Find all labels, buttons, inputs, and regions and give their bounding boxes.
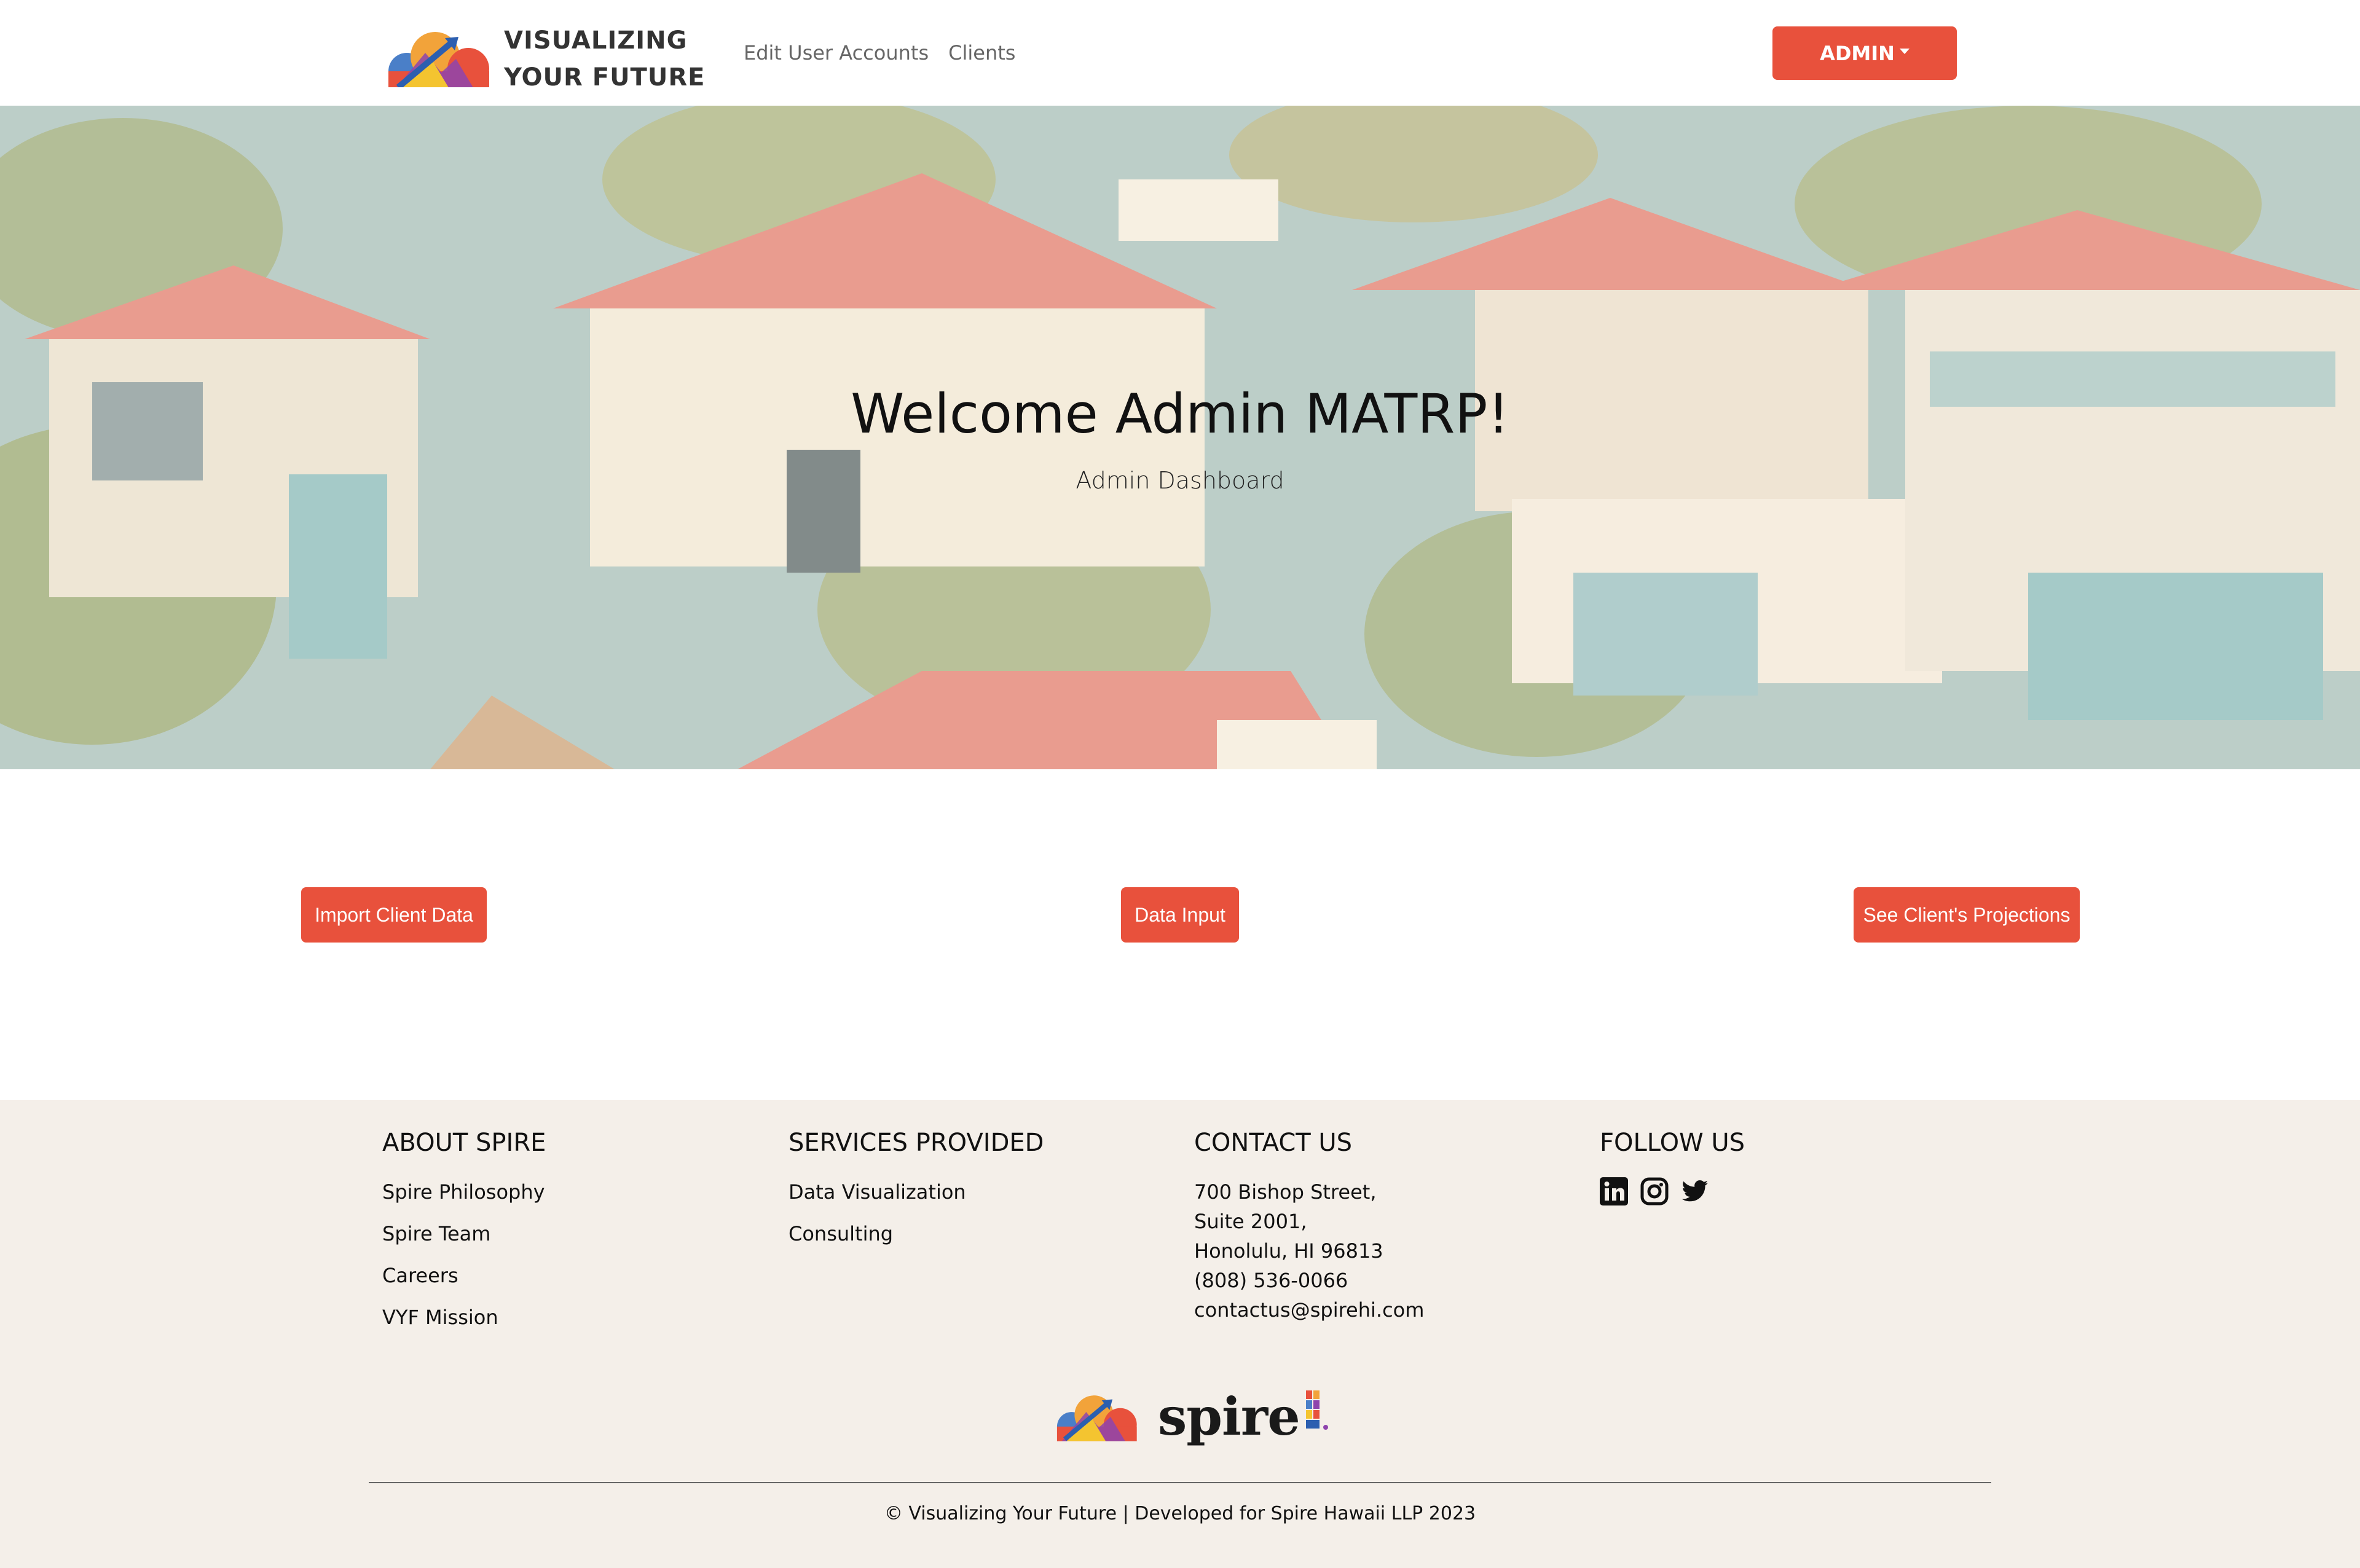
site-footer: ABOUT SPIRE Spire Philosophy Spire Team … [0,1100,2360,1568]
admin-dropdown-label: ADMIN [1820,41,1895,65]
footer-follow-column: FOLLOW US [1600,1118,1745,1205]
brand-line-2: YOUR FUTURE [504,63,706,92]
contact-email-link[interactable]: contactus@spirehi.com [1194,1295,1424,1325]
brand-line-1: VISUALIZING [504,26,688,55]
twitter-icon[interactable] [1681,1177,1709,1205]
nav-clients[interactable]: Clients [948,41,1015,65]
spire-wordmark: spire [1158,1386,1300,1447]
vyf-cloud-logo-icon [382,32,494,90]
contact-phone: (808) 536-0066 [1194,1269,1348,1292]
instagram-icon[interactable] [1640,1177,1669,1205]
footer-about-heading: ABOUT SPIRE [382,1129,546,1157]
footer-link-consulting[interactable]: Consulting [789,1213,1044,1255]
spire-mark-icon [1305,1390,1328,1430]
page-subtitle: Admin Dashboard [1076,467,1284,494]
brand-home-link[interactable]: VISUALIZING YOUR FUTURE [382,22,705,96]
footer-link-spire-team[interactable]: Spire Team [382,1213,546,1255]
footer-divider [369,1482,1991,1483]
footer-about-column: ABOUT SPIRE Spire Philosophy Spire Team … [382,1118,546,1338]
data-input-button[interactable]: Data Input [1121,887,1239,943]
caret-down-icon [1899,49,1910,54]
hero-banner: Welcome Admin MATRP! Admin Dashboard [0,106,2360,769]
footer-services-column: SERVICES PROVIDED Data Visualization Con… [789,1118,1044,1255]
footer-link-vyf-mission[interactable]: VYF Mission [382,1296,546,1338]
footer-follow-heading: FOLLOW US [1600,1129,1745,1157]
footer-link-spire-philosophy[interactable]: Spire Philosophy [382,1171,546,1213]
copyright-text: © Visualizing Your Future | Developed fo… [884,1503,1476,1524]
social-links [1600,1177,1745,1205]
footer-link-data-visualization[interactable]: Data Visualization [789,1171,1044,1213]
linkedin-icon[interactable] [1600,1177,1628,1205]
footer-contact-column: CONTACT US 700 Bishop Street, Suite 2001… [1194,1118,1424,1325]
import-client-data-button[interactable]: Import Client Data [301,887,487,943]
footer-link-careers[interactable]: Careers [382,1255,546,1296]
footer-services-heading: SERVICES PROVIDED [789,1129,1044,1157]
page-title: Welcome Admin MATRP! [851,382,1509,445]
main-nav: Edit User Accounts Clients [744,41,1015,65]
contact-address-suite: Suite 2001, [1194,1210,1307,1233]
contact-address-street: 700 Bishop Street, [1194,1180,1377,1204]
see-client-projections-button[interactable]: See Client's Projections [1854,887,2080,943]
admin-dropdown-button[interactable]: ADMIN [1772,26,1957,80]
navbar: VISUALIZING YOUR FUTURE Edit User Accoun… [0,0,2360,106]
nav-edit-user-accounts[interactable]: Edit User Accounts [744,41,929,65]
contact-address-city: Honolulu, HI 96813 [1194,1239,1383,1263]
vyf-cloud-logo-icon [1056,1395,1137,1441]
footer-logos: spire [1052,1386,1331,1447]
footer-contact-heading: CONTACT US [1194,1129,1353,1157]
